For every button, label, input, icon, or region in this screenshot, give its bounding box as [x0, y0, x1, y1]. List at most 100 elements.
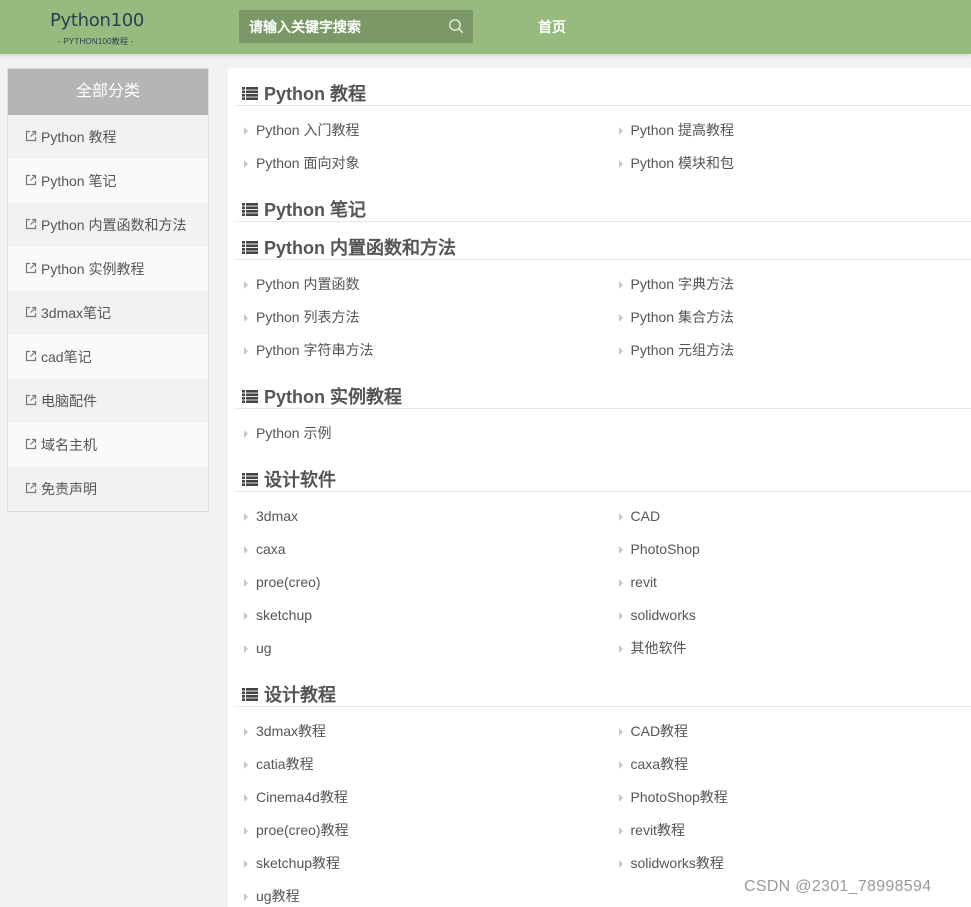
section-title-text: 设计教程	[264, 685, 336, 705]
section-link[interactable]: Python 提高教程	[603, 114, 971, 147]
sidebar-item-label: Python 教程	[41, 129, 117, 145]
list-icon	[242, 669, 258, 701]
section-links: Python 内置函数 Python 字典方法 Python 列表方法 Python …	[234, 260, 971, 371]
triangle-right-icon	[618, 645, 623, 653]
sidebar-item[interactable]: 免责声明	[8, 467, 208, 511]
section-link[interactable]: Python 内置函数	[234, 268, 603, 301]
section-link-label: Python 列表方法	[256, 309, 360, 325]
section-link[interactable]: caxa教程	[603, 748, 971, 781]
section-link-label: Python 入门教程	[256, 122, 360, 138]
sidebar-item-label: 3dmax笔记	[41, 305, 112, 321]
section-link[interactable]: Python 面向对象	[234, 147, 603, 180]
section-link-label: 3dmax教程	[256, 723, 327, 739]
section-link[interactable]: CAD教程	[603, 715, 971, 748]
section-link[interactable]: sketchup教程	[234, 847, 603, 880]
nav-home-link[interactable]: 首页	[538, 17, 566, 37]
search-input[interactable]	[239, 10, 439, 43]
section-link-label: revit教程	[630, 822, 685, 838]
watermark: CSDN @2301_78998594	[744, 878, 932, 895]
sidebar-item[interactable]: Python 笔记	[8, 159, 208, 203]
sidebar-item[interactable]: 电脑配件	[8, 379, 208, 423]
sidebar-item[interactable]: cad笔记	[8, 335, 208, 379]
sidebar-item-label: cad笔记	[41, 349, 92, 365]
sidebar-item[interactable]: 3dmax笔记	[8, 291, 208, 335]
search-icon[interactable]	[448, 18, 464, 34]
section-link[interactable]: proe(creo)	[234, 566, 603, 599]
section-link-label: proe(creo)	[256, 574, 321, 590]
section-link[interactable]: ug教程	[234, 880, 603, 907]
section-link[interactable]: 其他软件	[603, 632, 971, 665]
section-link[interactable]: Python 字典方法	[603, 268, 971, 301]
section-link-label: caxa	[256, 541, 286, 557]
triangle-right-icon	[618, 728, 623, 736]
triangle-right-icon	[244, 612, 248, 620]
triangle-right-icon	[244, 860, 248, 868]
triangle-right-icon	[618, 281, 623, 289]
section-link[interactable]: Python 列表方法	[234, 301, 603, 334]
section-link[interactable]: solidworks	[603, 599, 971, 632]
section-link[interactable]: Cinema4d教程	[234, 781, 603, 814]
section-link-label: Python 提高教程	[630, 122, 734, 138]
section-link-label: Python 元组方法	[630, 342, 734, 358]
sidebar-item[interactable]: 域名主机	[8, 423, 208, 467]
list-icon	[242, 184, 258, 216]
search-box	[239, 10, 473, 43]
section-link[interactable]: Python 模块和包	[603, 147, 971, 180]
triangle-right-icon	[244, 513, 248, 521]
section-links: 3dmax教程 CAD教程 catia教程 caxa教程 Cinema4d教程 Photo…	[234, 707, 971, 907]
triangle-right-icon	[618, 860, 623, 868]
section-link-label: solidworks教程	[630, 855, 724, 871]
sidebar-item[interactable]: Python 内置函数和方法	[8, 203, 208, 247]
section-link-label: ug教程	[256, 888, 300, 904]
section-link[interactable]: Python 字符串方法	[234, 334, 603, 367]
external-link-icon	[24, 336, 38, 362]
sidebar-item[interactable]: Python 教程	[8, 115, 208, 159]
section-link-label: sketchup	[256, 607, 313, 623]
section-link-label: 3dmax	[256, 508, 299, 524]
section-title-text: Python 内置函数和方法	[264, 238, 456, 258]
triangle-right-icon	[244, 728, 248, 736]
section-link-label: Cinema4d教程	[256, 789, 348, 805]
section-link[interactable]: 3dmax	[234, 500, 603, 533]
section-link[interactable]: PhotoShop	[603, 533, 971, 566]
section-link[interactable]: sketchup	[234, 599, 603, 632]
section-title: 设计教程	[234, 669, 971, 707]
section-link-label: Python 面向对象	[256, 155, 360, 171]
section-link-label: sketchup教程	[256, 855, 341, 871]
sidebar-item[interactable]: Python 实例教程	[8, 247, 208, 291]
section-link[interactable]: revit教程	[603, 814, 971, 847]
section-link[interactable]: ug	[234, 632, 603, 665]
sidebar-list: Python 教程 Python 笔记 Python 内置函数和方法 Python 实…	[8, 115, 208, 511]
external-link-icon	[24, 116, 38, 142]
section-link[interactable]: Python 集合方法	[603, 301, 971, 334]
triangle-right-icon	[244, 761, 248, 769]
section-link[interactable]: Python 示例	[234, 417, 603, 450]
sidebar-item-label: 免责声明	[41, 481, 97, 497]
section-link-label: catia教程	[256, 756, 314, 772]
external-link-icon	[24, 424, 38, 450]
section-link[interactable]: caxa	[234, 533, 603, 566]
section-link-label: CAD	[630, 508, 661, 524]
section-link[interactable]: revit	[603, 566, 971, 599]
section-link[interactable]: CAD	[603, 500, 971, 533]
section-link[interactable]: 3dmax教程	[234, 715, 603, 748]
section-link-label: Python 示例	[256, 425, 332, 441]
section-link-label: caxa教程	[630, 756, 689, 772]
triangle-right-icon	[618, 612, 623, 620]
site-logo[interactable]: Python100 - PYTHON100教程 -	[50, 6, 145, 48]
section-link[interactable]: solidworks教程	[603, 847, 971, 880]
section-link[interactable]: proe(creo)教程	[234, 814, 603, 847]
external-link-icon	[24, 160, 38, 186]
section-link[interactable]: Python 入门教程	[234, 114, 603, 147]
section-links: Python 示例	[234, 409, 971, 454]
sidebar-item-label: 域名主机	[41, 437, 97, 453]
section-link[interactable]: Python 元组方法	[603, 334, 971, 367]
section-link-label: Python 字符串方法	[256, 342, 374, 358]
top-header: Python100 - PYTHON100教程 - 首页	[0, 0, 971, 54]
sidebar-item-label: Python 实例教程	[41, 261, 145, 277]
triangle-right-icon	[244, 127, 248, 135]
section-link[interactable]: PhotoShop教程	[603, 781, 971, 814]
external-link-icon	[24, 380, 38, 406]
triangle-right-icon	[244, 430, 248, 438]
section-link[interactable]: catia教程	[234, 748, 603, 781]
